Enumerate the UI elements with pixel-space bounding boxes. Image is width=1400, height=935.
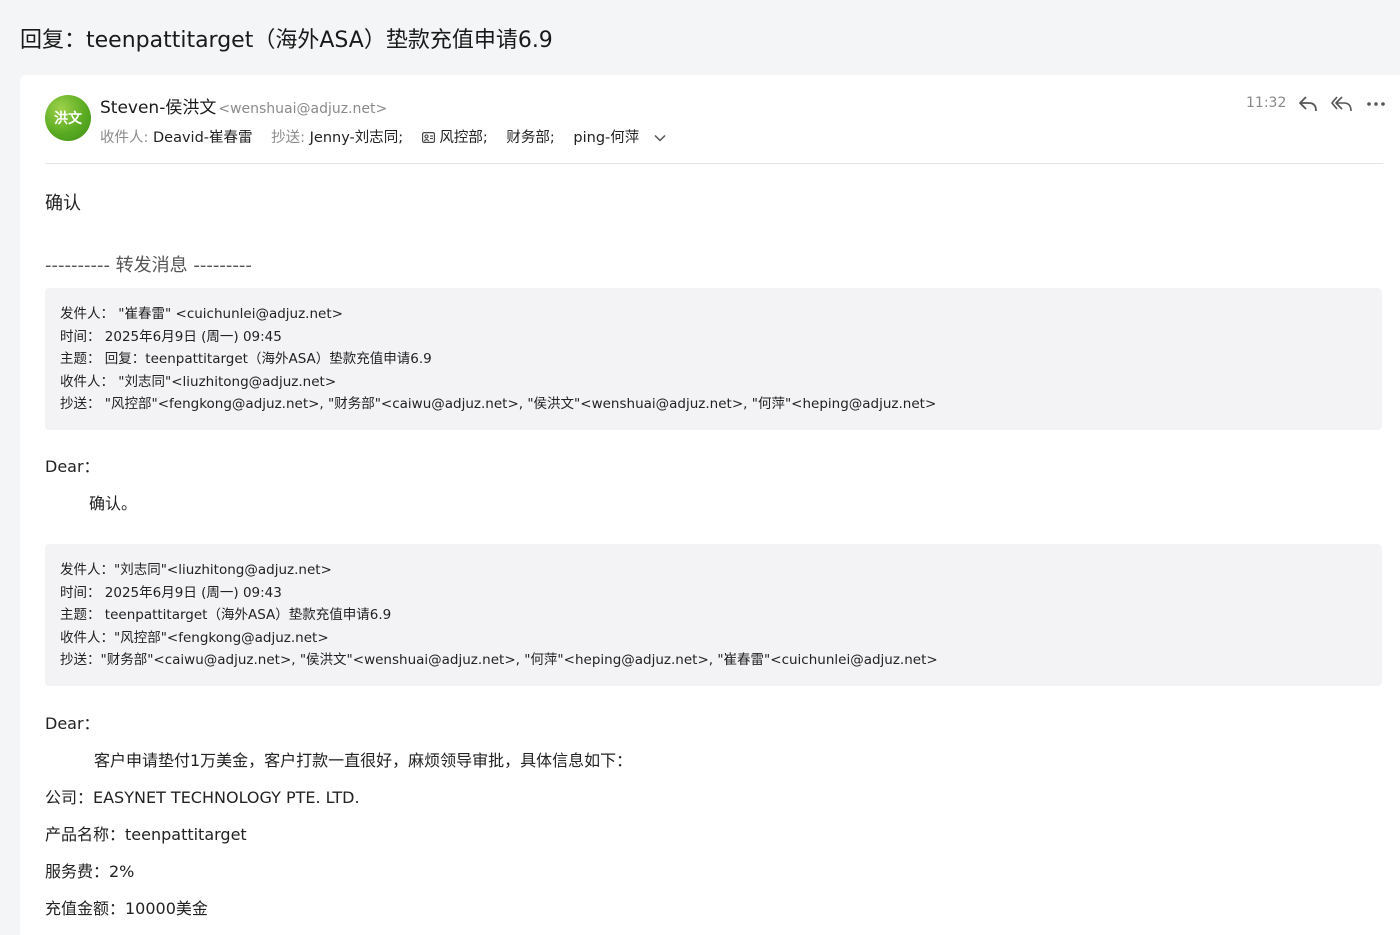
sender-email[interactable]: <wenshuai@adjuz.net> [218,101,387,117]
reply-all-icon [1331,96,1352,112]
quote1-cc: 抄送： "风控部"<fengkong@adjuz.net>, "财务部"<cai… [60,396,937,412]
reply-text: 确认 [45,193,81,214]
cc-recipient-fengkong[interactable]: 风控部; [439,130,487,146]
to-label: 收件人: [100,130,149,146]
cc-label: 抄送: [271,130,306,146]
email-card: 洪文 Steven-侯洪文 <wenshuai@adjuz.net> 收件人: D… [20,75,1400,935]
quote1-subject: 主题： 回复：teenpattitarget（海外ASA）垫款充值申请6.9 [60,351,432,367]
cc-recipient-heping[interactable]: ping-何萍 [573,130,639,146]
dear-2: Dear： [45,714,100,733]
to-recipient[interactable]: Deavid-崔春雷 [153,130,253,146]
quoted-header-2: 发件人："刘志同"<liuzhitong@adjuz.net> 时间： 2025… [45,544,1382,686]
quote1-from: 发件人： "崔春雷" <cuichunlei@adjuz.net> [60,306,343,322]
quote2-time: 时间： 2025年6月9日 (周一) 09:43 [60,584,282,601]
quote1-time: 时间： 2025年6月9日 (周一) 09:45 [60,328,282,345]
quote2-subject: 主题： teenpattitarget（海外ASA）垫款充值申请6.9 [60,607,392,623]
sender-avatar[interactable]: 洪文 [45,95,91,141]
quote2-cc: 抄送："财务部"<caiwu@adjuz.net>, "侯洪文"<wenshua… [60,652,938,668]
sender-line: Steven-侯洪文 <wenshuai@adjuz.net> [100,93,387,118]
reply-icon [1299,96,1317,112]
request-text: 客户申请垫付1万美金，客户打款一直很好，麻烦领导审批，具体信息如下： [94,751,633,770]
quoted-header-1: 发件人： "崔春雷" <cuichunlei@adjuz.net> 时间： 20… [45,288,1382,430]
header-divider [45,163,1383,164]
message-actions [1296,93,1388,115]
recipients-line: 收件人: Deavid-崔春雷 抄送: Jenny-刘志同; 风控部; 财务部;… [100,126,666,147]
chevron-down-icon[interactable] [654,130,666,146]
confirm-text: 确认。 [89,494,138,513]
quote1-to: 收件人： "刘志同"<liuzhitong@adjuz.net> [60,373,337,390]
reply-all-button[interactable] [1330,93,1354,115]
quote2-from: 发件人："刘志同"<liuzhitong@adjuz.net> [60,562,332,578]
product-line: 产品名称：teenpattitarget [45,825,247,844]
group-icon [421,130,435,146]
email-subject: 回复：teenpattitarget（海外ASA）垫款充值申请6.9 [20,28,553,53]
cc-recipient-caiwu[interactable]: 财务部; [506,130,554,146]
company-line: 公司：EASYNET TECHNOLOGY PTE. LTD. [45,788,360,807]
sender-name[interactable]: Steven-侯洪文 [100,98,216,118]
dear-1: Dear： [45,457,100,476]
amount-line: 充值金额：10000美金 [45,899,208,918]
more-icon [1367,102,1385,106]
fee-line: 服务费：2% [45,862,135,881]
more-button[interactable] [1364,93,1388,115]
sent-time: 11:32 [1246,95,1287,111]
cc-recipient-jenny[interactable]: Jenny-刘志同; [310,130,404,146]
forward-marker: ---------- 转发消息 --------- [45,255,252,276]
quote2-to: 收件人："风控部"<fengkong@adjuz.net> [60,629,329,646]
reply-button[interactable] [1296,93,1320,115]
